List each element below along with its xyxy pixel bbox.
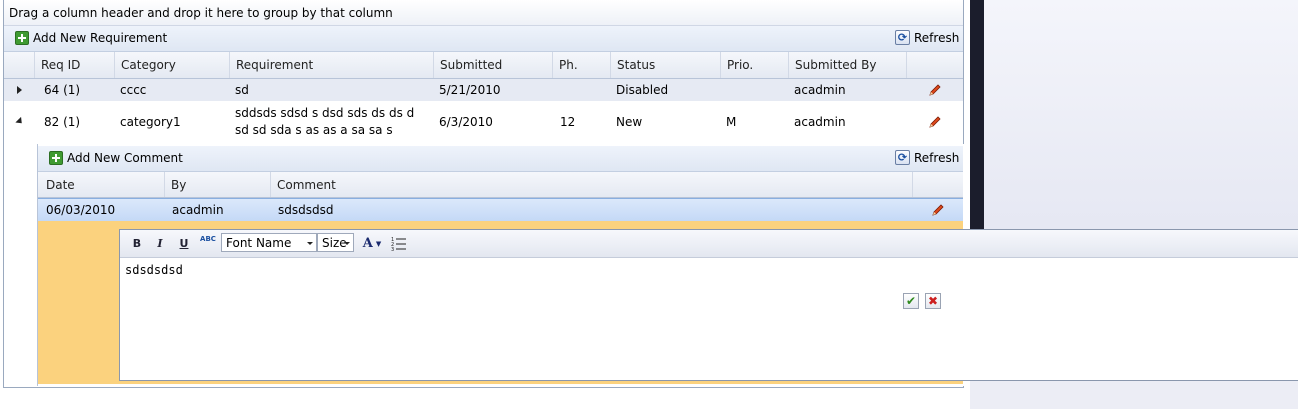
refresh-requirements-button[interactable]: ⟳ Refresh [895,30,959,45]
bold-button[interactable]: B [129,235,145,251]
column-header-date[interactable]: Date [38,172,164,197]
comments-header: Date By Comment [38,172,963,198]
refresh-label: Refresh [914,150,960,165]
expand-row-icon[interactable] [17,86,22,94]
refresh-icon: ⟳ [895,150,910,165]
edit-pencil-icon[interactable] [931,203,945,217]
status-cell: New [616,115,643,129]
edit-pencil-icon[interactable] [928,83,942,97]
comments-command-bar: Add New Comment ⟳ Refresh [38,146,963,172]
underline-button[interactable]: U [176,235,192,251]
comment-row[interactable]: 06/03/2010 acadmin sdsdsdsd [38,198,963,222]
category-cell: category1 [120,115,181,129]
requirements-header: Req ID Category Requirement Submitted Ph… [4,52,963,79]
add-icon [49,151,63,165]
right-panel-footer [970,381,1298,409]
update-checkmark-icon[interactable]: ✔ [903,293,919,309]
font-color-button[interactable]: A ▼ [359,235,385,251]
add-icon [15,31,29,45]
requirement-cell-line-2: sd sd sda s as as a sa sa s [235,123,393,137]
edit-pencil-icon[interactable] [928,115,942,129]
add-new-requirement-button[interactable]: Add New Requirement [15,31,167,45]
column-header-priority[interactable]: Prio. [720,52,788,78]
submitted-cell: 6/3/2010 [439,115,493,129]
column-header-comment[interactable]: Comment [270,172,912,197]
column-header-status[interactable]: Status [610,52,720,78]
group-by-panel[interactable]: Drag a column header and drop it here to… [4,0,963,26]
column-header-requirement[interactable]: Requirement [229,52,433,78]
column-header-phase[interactable]: Ph. [552,52,610,78]
font-size-dropdown[interactable]: Size [317,233,354,252]
add-new-comment-button[interactable]: Add New Comment [49,151,183,165]
phase-cell: 12 [560,115,576,129]
submitted-by-cell: acadmin [794,83,846,97]
column-header-category[interactable]: Category [114,52,229,78]
add-new-comment-label: Add New Comment [67,151,183,165]
column-header-edit [906,52,963,78]
column-header-req-id[interactable]: Req ID [34,52,114,78]
requirement-cell-line-1: sddsds sdsd s dsd sds ds ds d [235,106,415,120]
font-size-value: Size [322,235,347,250]
editor-content[interactable]: sdsdsdsd [125,263,183,277]
req-id-cell: 82 (1) [44,115,81,129]
column-header-edit [912,172,963,197]
cancel-x-icon[interactable]: ✖ [925,293,941,309]
table-row[interactable]: 82 (1) category1 sddsds sdsd s dsd sds d… [4,102,963,142]
requirement-cell: sd [235,83,249,97]
column-header-submitted[interactable]: Submitted [433,52,552,78]
font-name-dropdown[interactable]: Font Name [221,233,317,252]
collapse-row-icon[interactable] [15,116,25,127]
spellcheck-label: ABC [200,235,216,243]
spellcheck-button[interactable]: ABC [199,235,217,251]
column-header-by[interactable]: By [164,172,270,197]
status-cell: Disabled [616,83,669,97]
category-cell: cccc [120,83,147,97]
req-id-cell: 64 (1) [44,83,81,97]
refresh-label: Refresh [914,30,960,45]
group-by-hint: Drag a column header and drop it here to… [9,6,393,20]
font-color-icon: A [362,235,373,251]
add-new-requirement-label: Add New Requirement [33,31,168,45]
chevron-down-icon [344,242,350,245]
column-header-submitted-by[interactable]: Submitted By [788,52,906,78]
table-row[interactable]: 64 (1) cccc sd 5/21/2010 Disabled acadmi… [4,79,963,101]
italic-button[interactable]: I [152,235,168,251]
submitted-cell: 5/21/2010 [439,83,501,97]
requirements-command-bar: Add New Requirement ⟳ Refresh [4,26,963,52]
svg-text:3: 3 [391,247,394,251]
refresh-icon: ⟳ [895,30,910,45]
comment-by-cell: acadmin [172,203,224,217]
comment-text-cell: sdsdsdsd [278,203,334,217]
font-name-value: Font Name [226,235,292,250]
chevron-down-icon [307,242,313,245]
list-icon[interactable]: 1 2 3 [391,236,407,251]
comment-date-cell: 06/03/2010 [46,203,116,217]
refresh-comments-button[interactable]: ⟳ Refresh [895,150,959,165]
rich-text-editor: B I U ABC Font Name Size A ▼ 1 2 3 sdsds… [119,229,1298,381]
priority-cell: M [726,115,737,129]
submitted-by-cell: acadmin [794,115,846,129]
editor-toolbar: B I U ABC Font Name Size A ▼ 1 2 3 [120,230,1298,258]
